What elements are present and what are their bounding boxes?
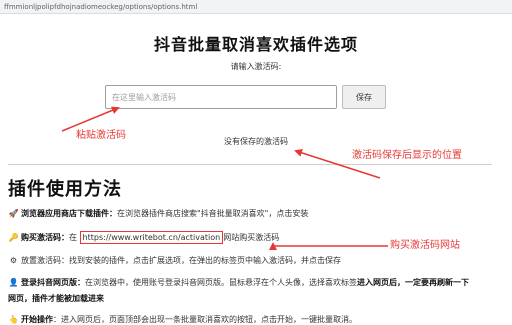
saved-location-annotation: 激活码保存后显示的位置 (352, 150, 462, 161)
buy-site-annotation: 购买激活码网站 (390, 240, 460, 251)
step-text: 在 (69, 233, 77, 242)
step-text: 在浏览器插件商店搜索"抖音批量取消喜欢"，点击安装 (117, 209, 309, 218)
key-icon: 🔑 (8, 233, 19, 242)
person-icon: 👤 (8, 278, 19, 287)
usage-step-download: 🚀 浏览器应用商店下载插件：在浏览器插件商店搜索"抖音批量取消喜欢"，点击安装 (8, 208, 504, 219)
step-text: 网站购买激活码 (223, 233, 280, 242)
step-bold-text: 进入网页后，一定要再刷新一下 (357, 278, 469, 287)
step-label: 浏览器应用商店下载插件： (21, 209, 117, 218)
usage-step-place-code: ⚙ 放置激活码：找到安装的插件，点击扩展选项，在弹出的标签页中输入激活码，并点击保… (8, 255, 504, 266)
activation-prompt: 请输入激活码: (230, 62, 282, 71)
page-title: 抖音批量取消喜欢插件选项 (153, 35, 358, 54)
step-text: 在浏览器中，使用账号登录抖音网页版。鼠标悬浮在个人头像，选择喜欢标签 (85, 278, 357, 287)
gear-icon: ⚙ (9, 256, 18, 265)
activation-code-input[interactable] (105, 85, 337, 109)
usage-step-login: 👤 登录抖音网页版：在浏览器中，使用账号登录抖音网页版。鼠标悬浮在个人头像，选择喜… (8, 277, 504, 288)
buy-arrow (269, 242, 388, 250)
step-text: 放置激活码：找到安装的插件，点击扩展选项，在弹出的标签页中输入激活码，并点击保存 (21, 256, 341, 265)
activation-site-link[interactable]: https://www.writebot.cn/activation (79, 231, 224, 244)
address-bar[interactable]: ffmmionljpolipfdhojnadiomeockeg/options/… (0, 0, 512, 14)
step-label: 购买激活码： (21, 233, 69, 242)
usage-section-title: 插件使用方法 (8, 179, 122, 200)
usage-step-login-cont: 网页，插件才能被加载进来 (8, 293, 504, 304)
step-bold-text: 网页，插件才能被加载进来 (8, 294, 104, 303)
rocket-icon: 🚀 (8, 209, 19, 218)
section-divider (8, 164, 492, 165)
paste-code-annotation: 粘贴激活码 (76, 130, 126, 141)
save-button[interactable]: 保存 (342, 85, 386, 109)
step-label: 登录抖音网页版： (21, 278, 85, 287)
